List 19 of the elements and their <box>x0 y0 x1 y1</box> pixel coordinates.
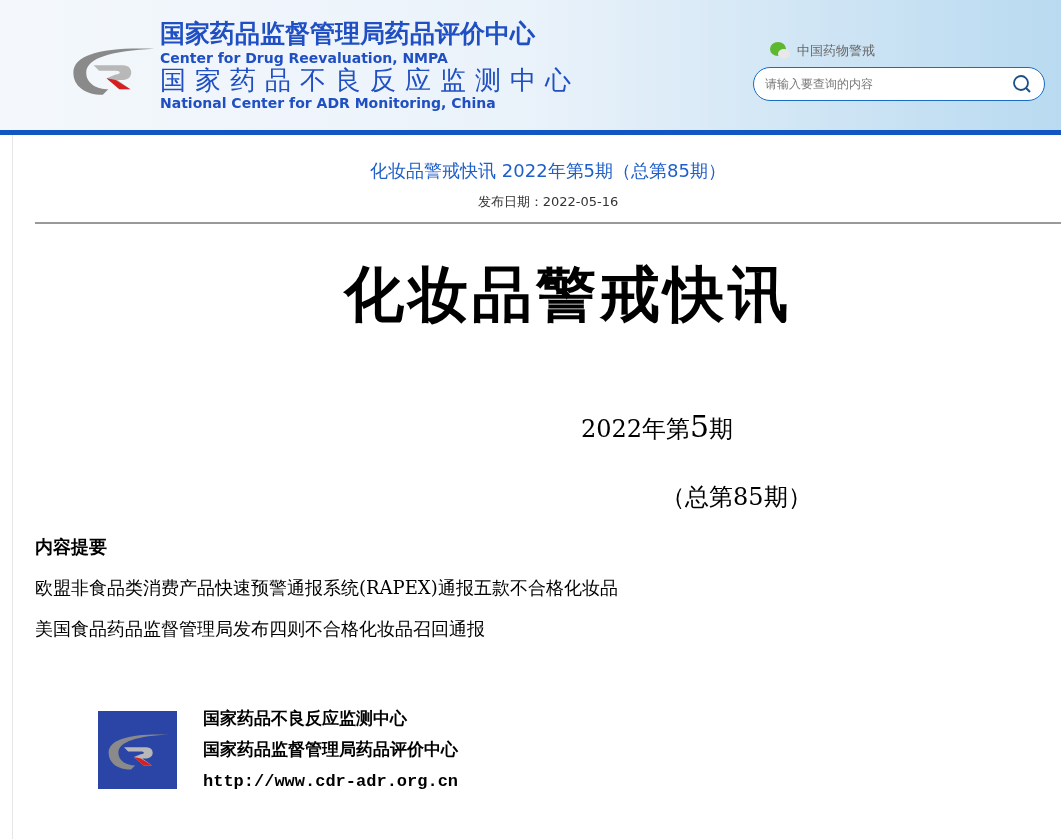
site-title: 国家药品监督管理局药品评价中心 <box>160 20 536 46</box>
summary-item: 美国食品药品监督管理局发布四则不合格化妆品召回通报 <box>35 616 486 641</box>
search-field[interactable]: 请输入要查询的内容 <box>753 67 1045 101</box>
total-issue-number: （总第85期） <box>661 482 812 511</box>
site-title-english: Center for Drug Reevaluation, NMPA <box>160 50 449 65</box>
organization-name: 国家药品监督管理局药品评价中心 <box>203 738 459 761</box>
summary-item: 欧盟非食品类消费产品快速预警通报系统(RAPEX)通报五款不合格化妆品 <box>35 575 619 600</box>
publish-date: 发布日期：2022-05-16 <box>477 193 619 211</box>
document-heading: 化妆品警戒快讯 <box>344 263 792 324</box>
chat-bubbles-icon <box>769 41 791 61</box>
summary-heading: 内容提要 <box>35 534 108 559</box>
site-subtitle: 国家药品不良反应监测中心 <box>160 66 580 93</box>
site-subtitle-english: National Center for ADR Monitoring, China <box>160 95 497 110</box>
issue-number: 2022年第5期 <box>581 414 734 443</box>
search-icon[interactable] <box>1012 74 1032 94</box>
wechat-link[interactable]: 中国药物警戒 <box>797 41 875 61</box>
organization-name: 国家药品不良反应监测中心 <box>203 706 408 730</box>
article-title: 化妆品警戒快讯 2022年第5期（总第85期） <box>370 159 726 183</box>
website-link[interactable]: http://www.cdr-adr.org.cn <box>203 768 459 794</box>
